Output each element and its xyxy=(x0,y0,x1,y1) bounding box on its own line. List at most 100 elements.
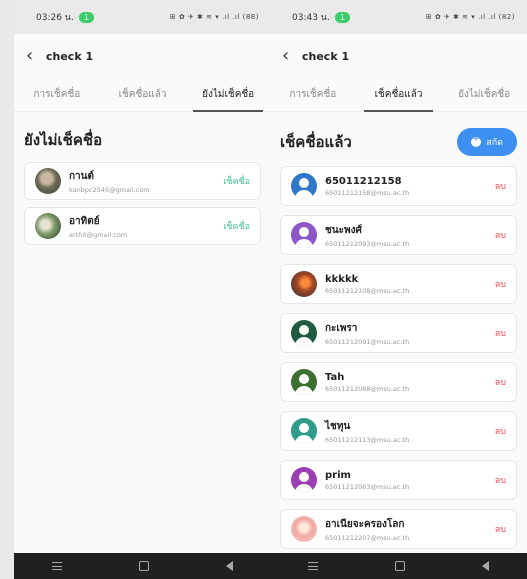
student-email: 65011212091@msu.ac.th xyxy=(325,337,410,346)
section-header: ยังไม่เช็คชื่อ xyxy=(14,112,271,162)
student-name: กานต์ xyxy=(69,170,94,182)
student-email: 65011212108@msu.ac.th xyxy=(325,286,410,295)
student-list: 65011212158 65011212158@msu.ac.th ลบ ชนะพงศ… xyxy=(270,166,527,579)
item-info: อาเนียจะครองโลก 65011212207@msu.ac.th xyxy=(325,517,487,542)
top-bar: ‹ check 1 xyxy=(14,34,271,78)
home-icon[interactable] xyxy=(138,561,149,571)
list-item: Tah 65011212088@msu.ac.th ลบ xyxy=(280,362,517,402)
avatar xyxy=(291,320,317,346)
section-title: ยังไม่เช็คชื่อ xyxy=(24,131,103,149)
list-item: prim 65011212063@msu.ac.th ลบ xyxy=(280,460,517,500)
tab-bar: การเช็คชื่อ เช็คชื่อแล้ว ยังไม่เช็คชื่อ xyxy=(270,78,527,112)
avatar xyxy=(291,516,317,542)
system-nav-bar xyxy=(14,553,271,579)
check-in-button[interactable]: เช็คชื่อ xyxy=(223,219,250,233)
list-item: ชนะพงศ์ 65011212093@msu.ac.th ลบ xyxy=(280,215,517,255)
status-bar: 03:43 น. 1 ⊞ ✿ ✈ ✱ ≋ ▾ .ıl .ıl (82) xyxy=(270,0,527,34)
tab-checked[interactable]: เช็คชื่อแล้ว xyxy=(100,78,186,111)
student-name: ชนะพงศ์ xyxy=(325,224,362,236)
student-name: prim xyxy=(325,469,351,481)
section-title: เช็คชื่อแล้ว xyxy=(280,133,352,151)
menu-icon[interactable] xyxy=(308,562,319,570)
item-info: ชนะพงศ์ 65011212093@msu.ac.th xyxy=(325,223,487,248)
status-left: 03:26 น. 1 xyxy=(36,10,94,24)
avatar xyxy=(291,369,317,395)
tab-checked[interactable]: เช็คชื่อแล้ว xyxy=(356,78,442,112)
student-name: อาเนียจะครองโลก xyxy=(325,518,405,530)
back-icon[interactable] xyxy=(225,561,233,571)
status-bar: 03:26 น. 1 ⊞ ✿ ✈ ✱ ≋ ▾ .ıl .ıl (88) xyxy=(14,0,271,34)
delete-button[interactable]: ลบ xyxy=(495,375,506,389)
avatar xyxy=(291,418,317,444)
status-icons: ⊞ ✿ ✈ ✱ ≋ ▾ .ıl .ıl (82) xyxy=(425,13,515,21)
back-arrow-icon[interactable]: ‹ xyxy=(282,47,294,65)
avatar xyxy=(35,213,61,239)
status-pill: 1 xyxy=(78,11,94,23)
add-button[interactable]: สกัด xyxy=(457,128,517,156)
back-icon[interactable] xyxy=(481,561,489,571)
list-item: อาทิตย์ arthit@gmail.com เช็คชื่อ xyxy=(24,207,261,245)
student-name: Tah xyxy=(325,371,345,383)
avatar xyxy=(291,173,317,199)
delete-button[interactable]: ลบ xyxy=(495,326,506,340)
avatar xyxy=(35,168,61,194)
phone-left: 03:26 น. 1 ⊞ ✿ ✈ ✱ ≋ ▾ .ıl .ıl (88) ‹ ch… xyxy=(14,0,271,579)
status-left: 03:43 น. 1 xyxy=(292,10,350,24)
delete-button[interactable]: ลบ xyxy=(495,424,506,438)
list-item: กะเพรา 65011212091@msu.ac.th ลบ xyxy=(280,313,517,353)
delete-button[interactable]: ลบ xyxy=(495,228,506,242)
phone-right: 03:43 น. 1 ⊞ ✿ ✈ ✱ ≋ ▾ .ıl .ıl (82) ‹ ch… xyxy=(270,0,527,579)
item-info: kkkkk 65011212108@msu.ac.th xyxy=(325,274,487,295)
list-item: kkkkk 65011212108@msu.ac.th ลบ xyxy=(280,264,517,304)
list-item: กานต์ kanbpc2545@gmail.com เช็คชื่อ xyxy=(24,162,261,200)
screens: 03:26 น. 1 ⊞ ✿ ✈ ✱ ≋ ▾ .ıl .ıl (88) ‹ ch… xyxy=(0,0,527,579)
add-button-label: สกัด xyxy=(486,138,503,148)
student-list: กานต์ kanbpc2545@gmail.com เช็คชื่อ อาทิตย์… xyxy=(14,162,271,245)
item-info: อาทิตย์ arthit@gmail.com xyxy=(69,214,215,239)
top-bar: ‹ check 1 xyxy=(270,34,527,78)
status-time: 03:26 น. xyxy=(36,13,74,23)
status-icons: ⊞ ✿ ✈ ✱ ≋ ▾ .ıl .ıl (88) xyxy=(169,13,259,21)
menu-icon[interactable] xyxy=(52,562,63,570)
avatar xyxy=(291,222,317,248)
delete-button[interactable]: ลบ xyxy=(495,277,506,291)
tab-checkin[interactable]: การเช็คชื่อ xyxy=(14,78,100,111)
add-icon xyxy=(471,134,482,147)
section-header: เช็คชื่อแล้ว สกัด xyxy=(270,112,527,166)
item-info: prim 65011212063@msu.ac.th xyxy=(325,470,487,491)
item-info: กะเพรา 65011212091@msu.ac.th xyxy=(325,321,487,346)
check-in-button[interactable]: เช็คชื่อ xyxy=(223,174,250,188)
tab-bar: การเช็คชื่อ เช็คชื่อแล้ว ยังไม่เช็คชื่อ xyxy=(14,78,271,112)
delete-button[interactable]: ลบ xyxy=(495,179,506,193)
student-name: 65011212158 xyxy=(325,175,402,187)
home-icon[interactable] xyxy=(394,561,405,571)
student-email: kanbpc2545@gmail.com xyxy=(69,185,150,194)
delete-button[interactable]: ลบ xyxy=(495,522,506,536)
student-email: 65011212113@msu.ac.th xyxy=(325,435,410,444)
student-email: arthit@gmail.com xyxy=(69,230,128,239)
tab-unchecked[interactable]: ยังไม่เช็คชื่อ xyxy=(441,78,527,111)
status-pill: 1 xyxy=(334,11,350,23)
status-time: 03:43 น. xyxy=(292,13,330,23)
item-info: 65011212158 65011212158@msu.ac.th xyxy=(325,176,487,197)
list-item: อาเนียจะครองโลก 65011212207@msu.ac.th ลบ xyxy=(280,509,517,549)
back-arrow-icon[interactable]: ‹ xyxy=(26,47,38,65)
system-nav-bar xyxy=(270,553,527,579)
student-name: ไชทุน xyxy=(325,420,351,432)
page-title: check 1 xyxy=(302,49,350,63)
student-email: 65011212158@msu.ac.th xyxy=(325,188,410,197)
student-email: 65011212207@msu.ac.th xyxy=(325,533,410,542)
avatar xyxy=(291,271,317,297)
student-email: 65011212093@msu.ac.th xyxy=(325,239,410,248)
student-email: 65011212063@msu.ac.th xyxy=(325,482,410,491)
item-info: กานต์ kanbpc2545@gmail.com xyxy=(69,169,215,194)
item-info: ไชทุน 65011212113@msu.ac.th xyxy=(325,419,487,444)
delete-button[interactable]: ลบ xyxy=(495,473,506,487)
page-title: check 1 xyxy=(46,49,94,63)
list-item: ไชทุน 65011212113@msu.ac.th ลบ xyxy=(280,411,517,451)
student-name: kkkkk xyxy=(325,273,359,285)
tab-checkin[interactable]: การเช็คชื่อ xyxy=(270,78,356,111)
avatar xyxy=(291,467,317,493)
item-info: Tah 65011212088@msu.ac.th xyxy=(325,372,487,393)
tab-unchecked[interactable]: ยังไม่เช็คชื่อ xyxy=(185,78,271,112)
